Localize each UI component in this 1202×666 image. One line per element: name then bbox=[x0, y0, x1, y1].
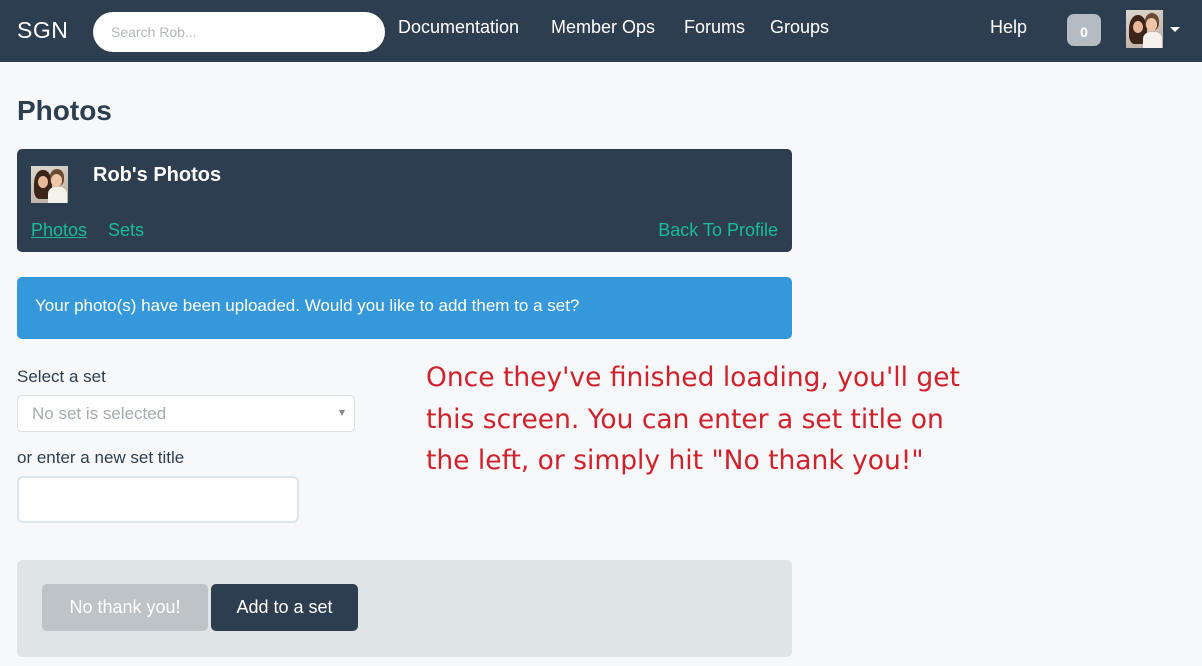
page-title: Photos bbox=[17, 95, 112, 126]
new-set-title-label: or enter a new set title bbox=[17, 448, 185, 467]
search-input[interactable] bbox=[93, 12, 385, 52]
nav-link-help[interactable]: Help bbox=[990, 17, 1027, 38]
tab-photos[interactable]: Photos bbox=[31, 220, 87, 241]
instruction-annotation: Once they've finished loading, you'll ge… bbox=[426, 362, 960, 476]
upload-success-alert: Your photo(s) have been uploaded. Would … bbox=[17, 277, 792, 339]
nav-link-member-ops[interactable]: Member Ops bbox=[551, 17, 655, 38]
form-actions: No thank you! Add to a set bbox=[17, 560, 792, 657]
top-navbar: SGN Documentation Member Ops Forums Grou… bbox=[0, 0, 1202, 62]
notification-badge[interactable]: 0 bbox=[1067, 14, 1101, 46]
nav-link-forums[interactable]: Forums bbox=[684, 17, 745, 38]
no-thank-you-button[interactable]: No thank you! bbox=[42, 584, 208, 631]
set-select-value: No set is selected bbox=[32, 404, 167, 423]
select-set-label: Select a set bbox=[17, 367, 106, 386]
user-avatar bbox=[1126, 10, 1163, 48]
user-menu-toggle[interactable] bbox=[1126, 10, 1180, 48]
photos-header-card: Rob's Photos Photos Sets Back To Profile bbox=[17, 149, 792, 252]
set-select[interactable]: No set is selected bbox=[17, 395, 355, 432]
brand-logo[interactable]: SGN bbox=[17, 17, 68, 44]
nav-link-groups[interactable]: Groups bbox=[770, 17, 829, 38]
back-to-profile-link[interactable]: Back To Profile bbox=[658, 220, 778, 241]
card-title: Rob's Photos bbox=[93, 164, 222, 186]
profile-avatar bbox=[31, 166, 68, 203]
new-set-title-input[interactable] bbox=[17, 476, 299, 523]
nav-link-documentation[interactable]: Documentation bbox=[398, 17, 519, 38]
add-to-set-button[interactable]: Add to a set bbox=[211, 584, 358, 631]
caret-down-icon bbox=[1170, 26, 1180, 32]
tab-sets[interactable]: Sets bbox=[108, 220, 144, 241]
dropdown-arrow-icon bbox=[339, 410, 345, 416]
